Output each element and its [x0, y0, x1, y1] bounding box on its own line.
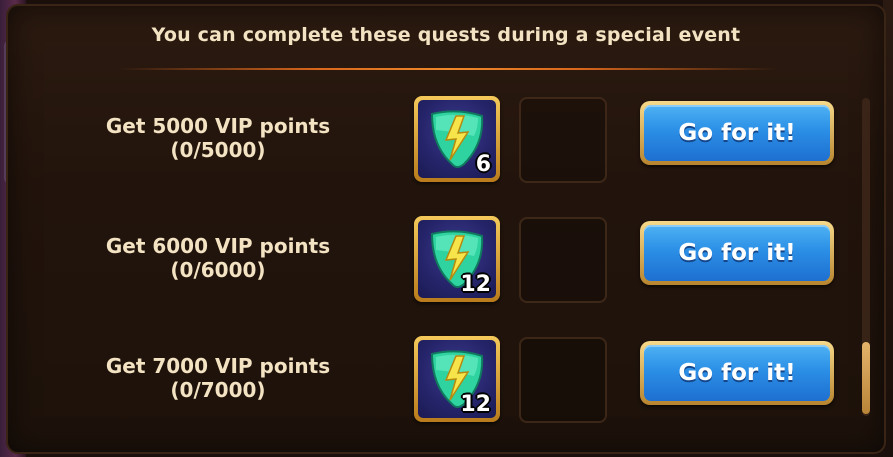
go-for-it-button[interactable]: Go for it!	[640, 341, 834, 405]
go-for-it-label: Go for it!	[644, 225, 830, 281]
reward-item: 12	[418, 340, 496, 418]
go-for-it-button[interactable]: Go for it!	[640, 221, 834, 285]
panel-title: You can complete these quests during a s…	[151, 24, 741, 46]
reward-item: 12	[418, 220, 496, 298]
go-for-it-label: Go for it!	[644, 105, 830, 161]
reward-count: 6	[475, 152, 491, 177]
quest-text: Get 7000 VIP points (0/7000)	[68, 354, 368, 402]
empty-reward-slot	[519, 217, 607, 303]
reward-count: 12	[460, 272, 491, 297]
quest-progress: (0/5000)	[170, 138, 266, 162]
empty-reward-slot	[519, 337, 607, 423]
quest-row: Get 6000 VIP points (0/6000) 12 Go for i…	[8, 216, 884, 316]
reward-item: 6	[418, 100, 496, 178]
title-divider	[118, 68, 778, 70]
quest-text: Get 6000 VIP points (0/6000)	[68, 234, 368, 282]
quest-progress: (0/6000)	[170, 258, 266, 282]
quest-text: Get 5000 VIP points (0/5000)	[68, 114, 368, 162]
quest-progress: (0/7000)	[170, 378, 266, 402]
reward-slot[interactable]: 12	[414, 336, 500, 422]
reward-slot[interactable]: 12	[414, 216, 500, 302]
quest-label: Get 7000 VIP points	[105, 354, 331, 378]
quest-label: Get 5000 VIP points	[105, 114, 331, 138]
scrollbar-track[interactable]	[862, 98, 870, 416]
reward-count: 12	[460, 392, 491, 417]
scrollbar-thumb[interactable]	[862, 342, 870, 414]
go-for-it-label: Go for it!	[644, 345, 830, 401]
quest-row: Get 5000 VIP points (0/5000) 6 Go for it…	[8, 96, 884, 196]
reward-slot[interactable]: 6	[414, 96, 500, 182]
quest-row: Get 7000 VIP points (0/7000) 12 Go for i…	[8, 336, 884, 436]
quest-label: Get 6000 VIP points	[105, 234, 331, 258]
quest-panel: You can complete these quests during a s…	[6, 4, 886, 454]
go-for-it-button[interactable]: Go for it!	[640, 101, 834, 165]
empty-reward-slot	[519, 97, 607, 183]
